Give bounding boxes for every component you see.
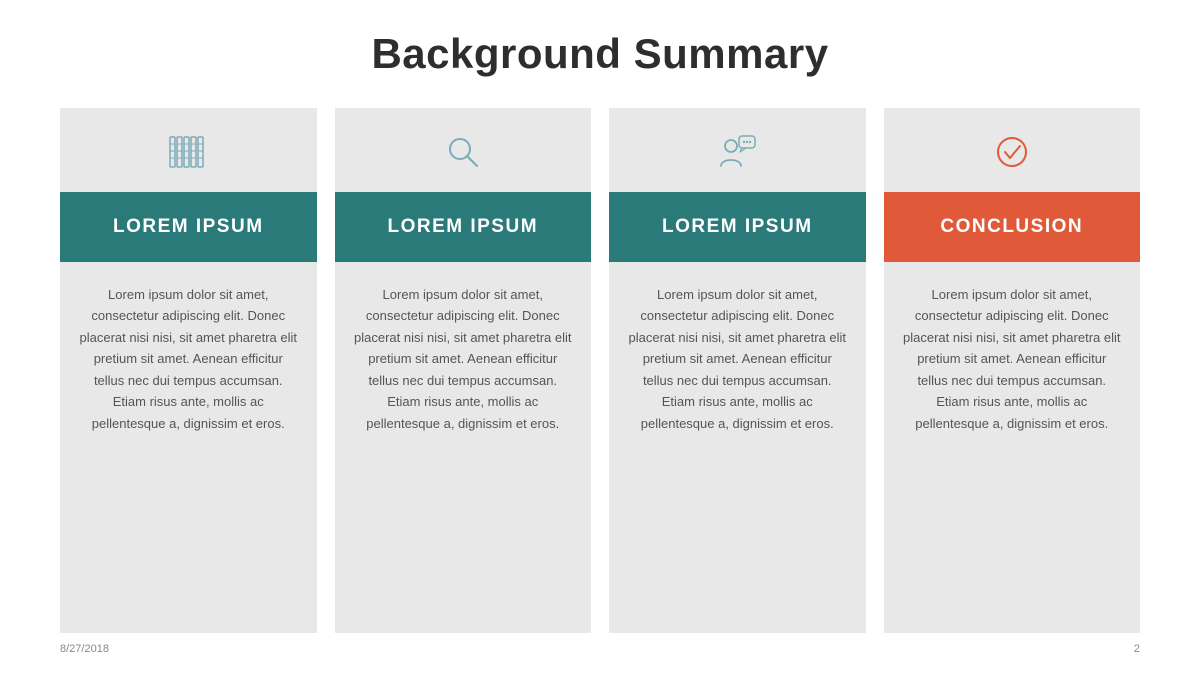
card-2-icon-area (335, 108, 592, 192)
card-2-header: LOREM IPSUM (335, 192, 592, 262)
card-2-body-text: Lorem ipsum dolor sit amet, consectetur … (353, 284, 574, 434)
card-1-header: LOREM IPSUM (60, 192, 317, 262)
card-3-header-label: LOREM IPSUM (662, 216, 813, 238)
card-3-body: Lorem ipsum dolor sit amet, consectetur … (609, 262, 866, 633)
card-3: LOREM IPSUM Lorem ipsum dolor sit amet, … (609, 108, 866, 633)
slide-title: Background Summary (371, 30, 828, 78)
card-4-header-label: CONCLUSION (940, 216, 1083, 238)
slide: Background Summary (0, 0, 1200, 675)
checkmark-icon (990, 130, 1034, 174)
card-2-header-label: LOREM IPSUM (387, 216, 538, 238)
footer: 8/27/2018 2 (60, 639, 1140, 655)
card-3-body-text: Lorem ipsum dolor sit amet, consectetur … (627, 284, 848, 434)
card-1-icon-area (60, 108, 317, 192)
card-4-header: CONCLUSION (884, 192, 1141, 262)
card-1-header-label: LOREM IPSUM (113, 216, 264, 238)
card-1-body-text: Lorem ipsum dolor sit amet, consectetur … (78, 284, 299, 434)
card-3-header: LOREM IPSUM (609, 192, 866, 262)
card-4-body: Lorem ipsum dolor sit amet, consectetur … (884, 262, 1141, 633)
books-icon (166, 130, 210, 174)
card-4-icon-area (884, 108, 1141, 192)
chat-person-icon (715, 130, 759, 174)
card-1: LOREM IPSUM Lorem ipsum dolor sit amet, … (60, 108, 317, 633)
footer-date: 8/27/2018 (60, 643, 109, 655)
cards-container: LOREM IPSUM Lorem ipsum dolor sit amet, … (60, 108, 1140, 633)
search-icon (441, 130, 485, 174)
card-2: LOREM IPSUM Lorem ipsum dolor sit amet, … (335, 108, 592, 633)
card-3-icon-area (609, 108, 866, 192)
card-1-body: Lorem ipsum dolor sit amet, consectetur … (60, 262, 317, 633)
footer-page: 2 (1134, 643, 1140, 655)
card-2-body: Lorem ipsum dolor sit amet, consectetur … (335, 262, 592, 633)
card-4: CONCLUSION Lorem ipsum dolor sit amet, c… (884, 108, 1141, 633)
card-4-body-text: Lorem ipsum dolor sit amet, consectetur … (902, 284, 1123, 434)
